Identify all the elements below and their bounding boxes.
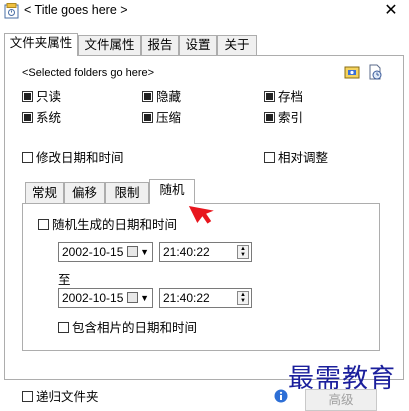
checkbox-box[interactable] [264, 112, 275, 123]
inner-tab-offset[interactable]: 偏移 [64, 182, 105, 203]
spin-down-icon[interactable]: ▼ [238, 252, 248, 258]
clock-document-icon[interactable] [367, 64, 383, 80]
checkbox-box[interactable] [58, 322, 69, 333]
tab-report[interactable]: 报告 [141, 35, 179, 55]
inner-tab-limit[interactable]: 限制 [105, 182, 149, 203]
checkbox-label: 系统 [36, 111, 62, 125]
checkbox-box[interactable] [264, 152, 275, 163]
time-spinner[interactable]: ▲ ▼ [237, 245, 249, 259]
app-icon [4, 3, 19, 19]
calendar-icon[interactable] [127, 292, 138, 303]
checkbox-box[interactable] [22, 391, 33, 402]
checkbox-random-datetime[interactable]: 随机生成的日期和时间 [38, 217, 177, 233]
checkbox-label: 存档 [278, 90, 304, 104]
checkbox-box[interactable] [142, 91, 153, 102]
checkbox-label: 压缩 [156, 111, 182, 125]
checkbox-box[interactable] [264, 91, 275, 102]
time-value: 21:40:22 [163, 245, 210, 259]
tab-file-properties[interactable]: 文件属性 [78, 35, 141, 55]
checkbox-hidden[interactable]: 隐藏 [142, 89, 181, 105]
checkbox-label: 索引 [278, 111, 304, 125]
to-date-picker[interactable]: 2002-10-15 ▼ [58, 288, 153, 308]
checkbox-recursive-folders[interactable]: 递归文件夹 [22, 389, 99, 405]
date-value: 2002-10-15 [62, 291, 124, 305]
tab-folder-properties[interactable]: 文件夹属性 [4, 33, 78, 56]
tab-settings[interactable]: 设置 [179, 35, 217, 55]
inner-tab-general[interactable]: 常规 [25, 182, 64, 203]
checkbox-modify-datetime[interactable]: 修改日期和时间 [22, 150, 124, 166]
checkbox-box[interactable] [22, 152, 33, 163]
checkbox-include-photos[interactable]: 包含相片的日期和时间 [58, 320, 197, 336]
chevron-down-icon[interactable]: ▼ [140, 289, 149, 307]
checkbox-label: 相对调整 [278, 151, 329, 165]
from-date-picker[interactable]: 2002-10-15 ▼ [58, 242, 153, 262]
time-value: 21:40:22 [163, 291, 210, 305]
checkbox-label: 隐藏 [156, 90, 182, 104]
checkbox-compressed[interactable]: 压缩 [142, 110, 181, 126]
date-value: 2002-10-15 [62, 245, 124, 259]
checkbox-system[interactable]: 系统 [22, 110, 61, 126]
to-time-field[interactable]: 21:40:22 ▲ ▼ [159, 288, 252, 308]
folder-settings-icon[interactable] [344, 64, 360, 80]
checkbox-box[interactable] [22, 91, 33, 102]
checkbox-label: 只读 [36, 90, 62, 104]
window-title: < Title goes here > [24, 3, 128, 17]
checkbox-label: 包含相片的日期和时间 [72, 321, 198, 335]
to-label: 至 [58, 273, 71, 287]
close-button[interactable]: ✕ [380, 1, 402, 21]
chevron-down-icon[interactable]: ▼ [140, 243, 149, 261]
checkbox-box[interactable] [22, 112, 33, 123]
inner-tab-random[interactable]: 随机 [149, 179, 195, 204]
calendar-icon[interactable] [127, 246, 138, 257]
advanced-button[interactable]: 高级 [305, 389, 377, 411]
checkbox-indexed[interactable]: 索引 [264, 110, 303, 126]
checkbox-archive[interactable]: 存档 [264, 89, 303, 105]
time-spinner[interactable]: ▲ ▼ [237, 291, 249, 305]
spin-down-icon[interactable]: ▼ [238, 298, 248, 304]
checkbox-readonly[interactable]: 只读 [22, 89, 61, 105]
from-time-field[interactable]: 21:40:22 ▲ ▼ [159, 242, 252, 262]
checkbox-label: 随机生成的日期和时间 [52, 218, 178, 232]
tab-about[interactable]: 关于 [217, 35, 257, 55]
checkbox-box[interactable] [142, 112, 153, 123]
checkbox-box[interactable] [38, 219, 49, 230]
info-icon[interactable] [274, 389, 288, 403]
checkbox-label: 递归文件夹 [36, 390, 99, 404]
selected-folders-label: <Selected folders go here> [22, 67, 155, 79]
checkbox-relative-adjust[interactable]: 相对调整 [264, 150, 328, 166]
checkbox-label: 修改日期和时间 [36, 151, 124, 165]
